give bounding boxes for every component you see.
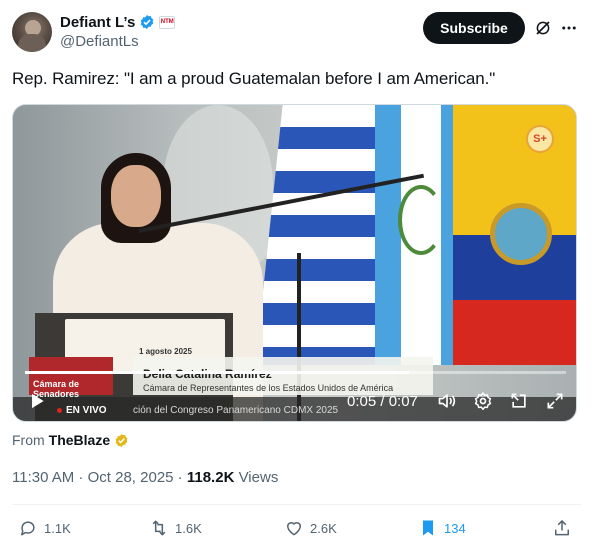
- bookmark-count: 134: [444, 520, 466, 536]
- progress-bar[interactable]: [25, 371, 566, 374]
- post-time[interactable]: 11:30 AM: [12, 469, 74, 486]
- tweet-meta: 11:30 AM · Oct 28, 2025 · 118.2K Views: [12, 469, 278, 486]
- lectern-date: 1 agosto 2025: [139, 347, 192, 356]
- settings-icon[interactable]: [473, 391, 493, 411]
- volume-icon[interactable]: [437, 391, 457, 411]
- progress-fill: [25, 371, 410, 374]
- tweet-text: Rep. Ramirez: "I am a proud Guatemalan b…: [12, 69, 496, 88]
- play-icon[interactable]: [27, 391, 47, 411]
- display-name[interactable]: Defiant L’s: [60, 14, 135, 31]
- handle[interactable]: @DefiantLs: [60, 33, 175, 50]
- avatar-body: [18, 34, 46, 52]
- speaker-face: [111, 165, 161, 227]
- video-player[interactable]: S+ 1 agosto 2025 Cámara de Senadores Del…: [12, 104, 577, 422]
- like-button[interactable]: 2.6K: [284, 514, 337, 542]
- time-display: 0:05 / 0:07: [347, 393, 418, 410]
- divider: [12, 504, 581, 505]
- source-name[interactable]: TheBlaze: [49, 432, 110, 448]
- meta-separator: ·: [173, 469, 187, 486]
- channel-watermark: S+: [526, 125, 554, 153]
- reply-icon: [21, 521, 35, 536]
- action-bar: 1.1K 1.6K 2.6K 134: [12, 514, 581, 542]
- verified-icon: [141, 15, 154, 29]
- video-controls: 0:05 / 0:07: [13, 387, 576, 417]
- meta-separator: ·: [74, 469, 88, 486]
- retweet-button[interactable]: 1.6K: [149, 514, 202, 542]
- grok-icon[interactable]: [534, 19, 552, 37]
- post-date[interactable]: Oct 28, 2025: [88, 469, 174, 486]
- affiliation-badge[interactable]: NTM: [159, 15, 176, 29]
- share-icon: [555, 520, 569, 536]
- retweet-icon: [152, 520, 166, 536]
- avatar[interactable]: [12, 12, 52, 52]
- pip-icon[interactable]: [509, 391, 529, 411]
- subscribe-button[interactable]: Subscribe: [423, 12, 525, 44]
- source-prefix: From: [12, 432, 45, 448]
- retweet-count: 1.6K: [175, 520, 202, 536]
- like-count: 2.6K: [310, 520, 337, 536]
- verified-gold-icon: [115, 433, 128, 447]
- reply-count: 1.1K: [44, 520, 71, 536]
- like-icon: [287, 522, 301, 536]
- share-button[interactable]: [552, 514, 572, 542]
- bookmark-button[interactable]: 134: [418, 514, 466, 542]
- more-icon[interactable]: [560, 19, 578, 37]
- reply-button[interactable]: 1.1K: [18, 514, 71, 542]
- views-label: Views: [234, 469, 279, 486]
- source-attribution: From TheBlaze: [12, 432, 129, 448]
- fullscreen-icon[interactable]: [545, 391, 565, 411]
- author-block: Defiant L’s NTM @DefiantLs: [60, 12, 176, 50]
- tweet-header: Defiant L’s NTM @DefiantLs Subscribe: [12, 10, 581, 54]
- speaker-name: Delia Catalina Ramírez: [143, 367, 272, 381]
- ecuador-emblem: [490, 203, 552, 265]
- bookmark-icon: [423, 520, 433, 536]
- views-count: 118.2K: [186, 469, 235, 486]
- guatemala-emblem: [398, 185, 444, 255]
- name-row: Defiant L’s NTM: [60, 12, 176, 32]
